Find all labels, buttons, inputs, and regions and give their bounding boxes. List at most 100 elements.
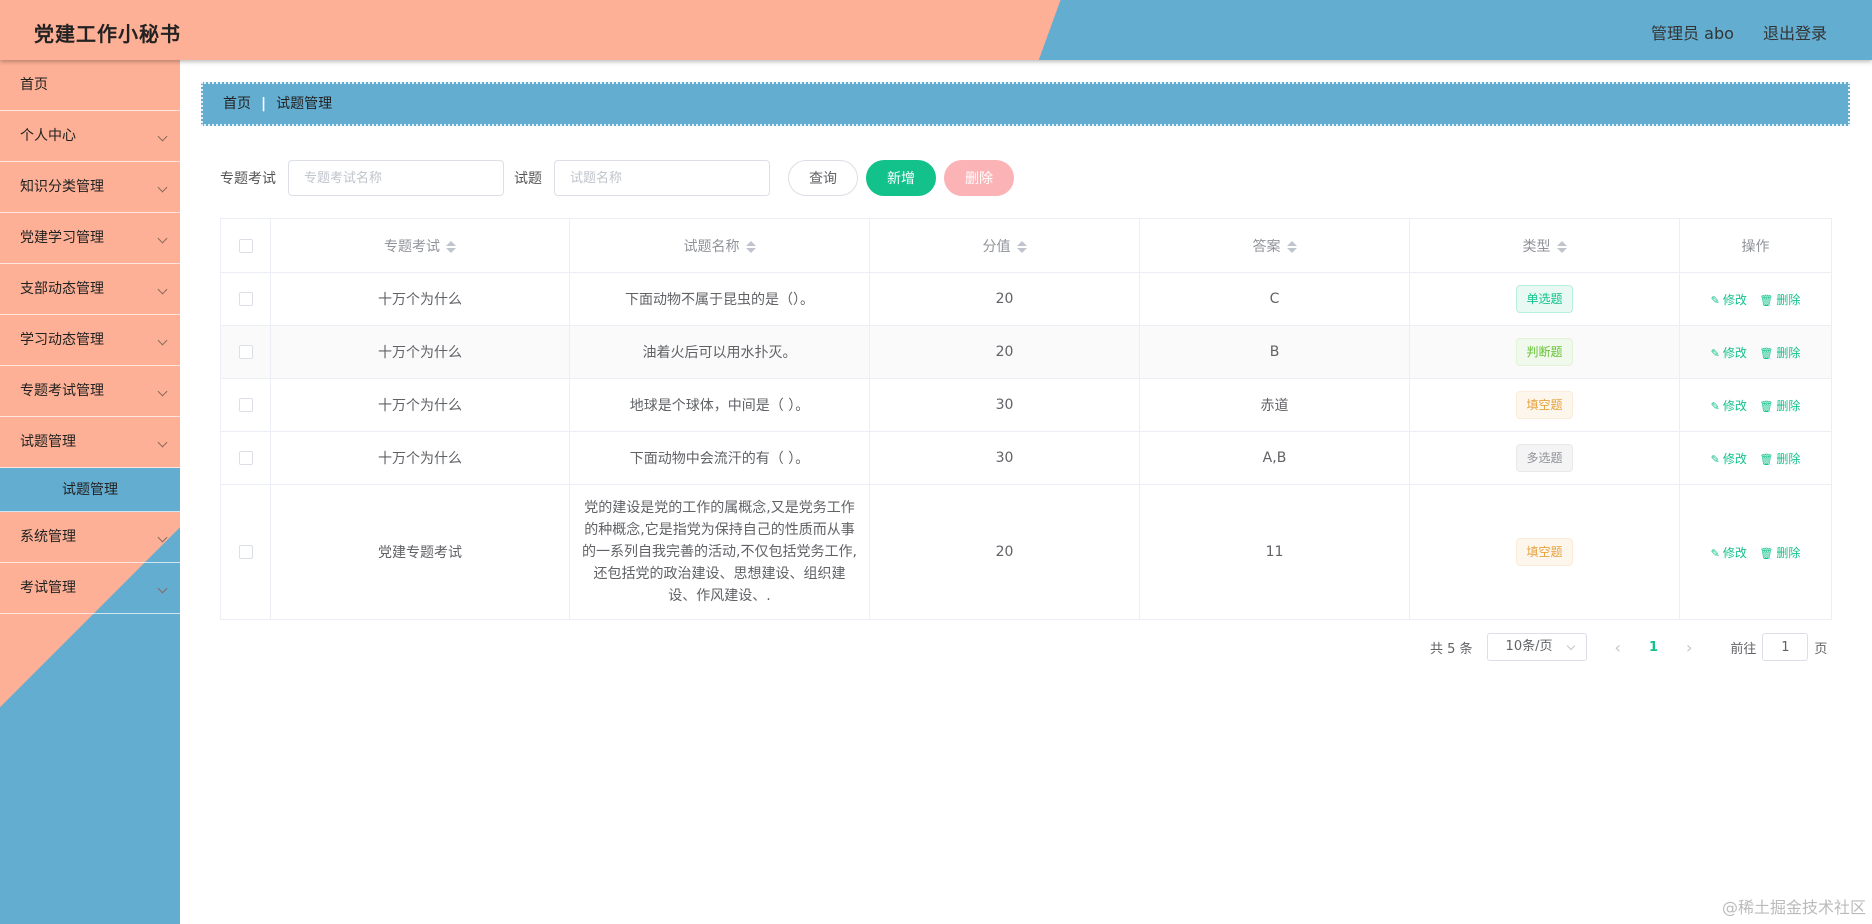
header-right: 管理员 abo 退出登录 xyxy=(1627,20,1827,44)
question-label: 试题 xyxy=(514,171,542,187)
table-row: 党建专题考试 党的建设是党的工作的属概念,又是党务工作的种概念,它是指党为保持自… xyxy=(220,484,1832,620)
cell-exam: 十万个为什么 xyxy=(270,378,570,432)
logout-link[interactable]: 退出登录 xyxy=(1763,24,1827,43)
cell-actions: ✎ 修改 🗑 删除 xyxy=(1679,325,1832,379)
cell-name: 地球是个球体，中间是（ ）。 xyxy=(569,378,870,432)
sidebar-item-label: 考试管理 xyxy=(20,580,76,596)
cell-score: 30 xyxy=(869,431,1140,485)
table-row: 十万个为什么 下面动物中会流汗的有（ ）。 30 A,B 多选题 ✎ 修改 🗑 删除 xyxy=(220,431,1832,485)
sidebar-item-party-study[interactable]: 党建学习管理 xyxy=(0,213,180,264)
cell-answer: 11 xyxy=(1139,484,1410,620)
table-row: 十万个为什么 地球是个球体，中间是（ ）。 30 赤道 填空题 ✎ 修改 🗑 删除 xyxy=(220,378,1832,432)
cell-actions: ✎ 修改 🗑 删除 xyxy=(1679,431,1832,485)
sidebar-item-personal-center[interactable]: 个人中心 xyxy=(0,111,180,162)
app-title: 党建工作小秘书 xyxy=(34,22,181,46)
remove-button[interactable]: 🗑 删除 xyxy=(1759,399,1800,413)
remove-button[interactable]: 🗑 删除 xyxy=(1759,293,1800,307)
edit-icon: ✎ xyxy=(1710,452,1720,466)
edit-button[interactable]: ✎ 修改 xyxy=(1711,452,1747,466)
cell-name: 下面动物中会流汗的有（ ）。 xyxy=(569,431,870,485)
sidebar-item-study-news[interactable]: 学习动态管理 xyxy=(0,315,180,366)
column-header-score[interactable]: 分值 xyxy=(869,218,1140,273)
sidebar-item-label: 试题管理 xyxy=(20,434,76,450)
breadcrumb-separator: | xyxy=(261,96,267,112)
edit-button[interactable]: ✎ 修改 xyxy=(1711,399,1747,413)
column-header-exam[interactable]: 专题考试 xyxy=(270,218,570,273)
cell-exam: 党建专题考试 xyxy=(270,484,570,620)
sort-icon[interactable] xyxy=(745,240,756,254)
sidebar-item-label: 支部动态管理 xyxy=(20,281,104,297)
watermark: @稀土掘金技术社区 xyxy=(1721,898,1866,917)
prev-page-button[interactable]: ‹ xyxy=(1615,638,1621,657)
type-tag: 判断题 xyxy=(1516,338,1573,366)
cell-actions: ✎ 修改 🗑 删除 xyxy=(1679,272,1832,326)
next-page-button[interactable]: › xyxy=(1686,638,1692,657)
trash-icon: 🗑 xyxy=(1759,452,1774,466)
sort-icon[interactable] xyxy=(446,240,456,254)
table-header-row: 专题考试 试题名称 分值 答案 类型 操作 xyxy=(220,218,1832,273)
cell-exam: 十万个为什么 xyxy=(270,325,570,379)
cell-answer: C xyxy=(1139,272,1410,326)
add-button[interactable]: 新增 xyxy=(866,160,936,196)
column-header-name[interactable]: 试题名称 xyxy=(569,218,870,273)
edit-button[interactable]: ✎ 修改 xyxy=(1711,346,1747,360)
exam-search-input[interactable] xyxy=(288,160,504,196)
sidebar-item-label: 党建学习管理 xyxy=(20,230,104,246)
delete-button[interactable]: 删除 xyxy=(944,160,1014,196)
page-number[interactable]: 1 xyxy=(1649,640,1658,655)
sidebar-item-label: 系统管理 xyxy=(20,529,76,545)
breadcrumb-home[interactable]: 首页 xyxy=(223,96,251,112)
question-search-input[interactable] xyxy=(554,160,770,196)
sort-icon[interactable] xyxy=(1556,240,1567,254)
remove-button[interactable]: 🗑 删除 xyxy=(1759,452,1800,466)
sidebar-item-system[interactable]: 系统管理 xyxy=(0,512,180,563)
pager-total: 共 5 条 xyxy=(1430,641,1473,657)
goto-page-input[interactable] xyxy=(1762,633,1809,661)
sidebar-item-question-manage[interactable]: 试题管理 xyxy=(0,417,180,468)
sidebar-item-home[interactable]: 首页 xyxy=(0,60,180,111)
sidebar-item-exam-manage[interactable]: 考试管理 xyxy=(0,563,180,614)
type-tag: 单选题 xyxy=(1516,285,1573,313)
column-header-actions: 操作 xyxy=(1679,218,1832,273)
goto-label: 前往 xyxy=(1730,641,1757,657)
exam-label: 专题考试 xyxy=(220,171,276,187)
cell-actions: ✎ 修改 🗑 删除 xyxy=(1679,484,1832,620)
edit-icon: ✎ xyxy=(1710,399,1720,413)
sidebar-subitem-question-manage[interactable]: 试题管理 xyxy=(0,468,180,512)
row-checkbox[interactable] xyxy=(238,292,253,306)
user-name[interactable]: 管理员 abo xyxy=(1651,24,1734,43)
remove-button[interactable]: 🗑 删除 xyxy=(1759,346,1800,360)
cell-score: 20 xyxy=(869,325,1140,379)
column-header-type[interactable]: 类型 xyxy=(1409,218,1680,273)
chevron-down-icon xyxy=(1566,641,1575,651)
select-all-checkbox[interactable] xyxy=(238,238,253,253)
sort-icon[interactable] xyxy=(1286,240,1297,254)
cell-answer: B xyxy=(1139,325,1410,379)
row-checkbox[interactable] xyxy=(238,398,253,412)
chevron-down-icon xyxy=(157,131,168,142)
remove-button[interactable]: 🗑 删除 xyxy=(1759,546,1800,560)
page-size-select[interactable]: 10条/页 xyxy=(1486,633,1587,661)
page-unit-label: 页 xyxy=(1814,641,1828,657)
row-checkbox[interactable] xyxy=(238,545,253,559)
sort-icon[interactable] xyxy=(1016,240,1027,254)
edit-button[interactable]: ✎ 修改 xyxy=(1711,293,1747,307)
column-header-answer[interactable]: 答案 xyxy=(1139,218,1410,273)
sidebar-item-branch-news[interactable]: 支部动态管理 xyxy=(0,264,180,315)
question-table: 专题考试 试题名称 分值 答案 类型 操作 十万个为什么 下面动物不属于昆虫的是… xyxy=(220,218,1832,620)
sidebar-item-label: 学习动态管理 xyxy=(20,332,104,348)
row-checkbox[interactable] xyxy=(238,345,253,359)
search-bar: 专题考试 试题 查询 新增 删除 xyxy=(220,160,1014,196)
chevron-down-icon xyxy=(157,386,168,397)
query-button[interactable]: 查询 xyxy=(788,160,858,196)
cell-type: 填空题 xyxy=(1409,378,1680,432)
chevron-down-icon xyxy=(157,335,168,346)
type-tag: 填空题 xyxy=(1516,538,1573,566)
sidebar-item-topic-exam[interactable]: 专题考试管理 xyxy=(0,366,180,417)
sidebar-item-knowledge-category[interactable]: 知识分类管理 xyxy=(0,162,180,213)
cell-type: 多选题 xyxy=(1409,431,1680,485)
type-tag: 填空题 xyxy=(1516,391,1573,419)
cell-name: 油着火后可以用水扑灭。 xyxy=(569,325,870,379)
row-checkbox[interactable] xyxy=(238,451,253,465)
edit-button[interactable]: ✎ 修改 xyxy=(1711,546,1747,560)
